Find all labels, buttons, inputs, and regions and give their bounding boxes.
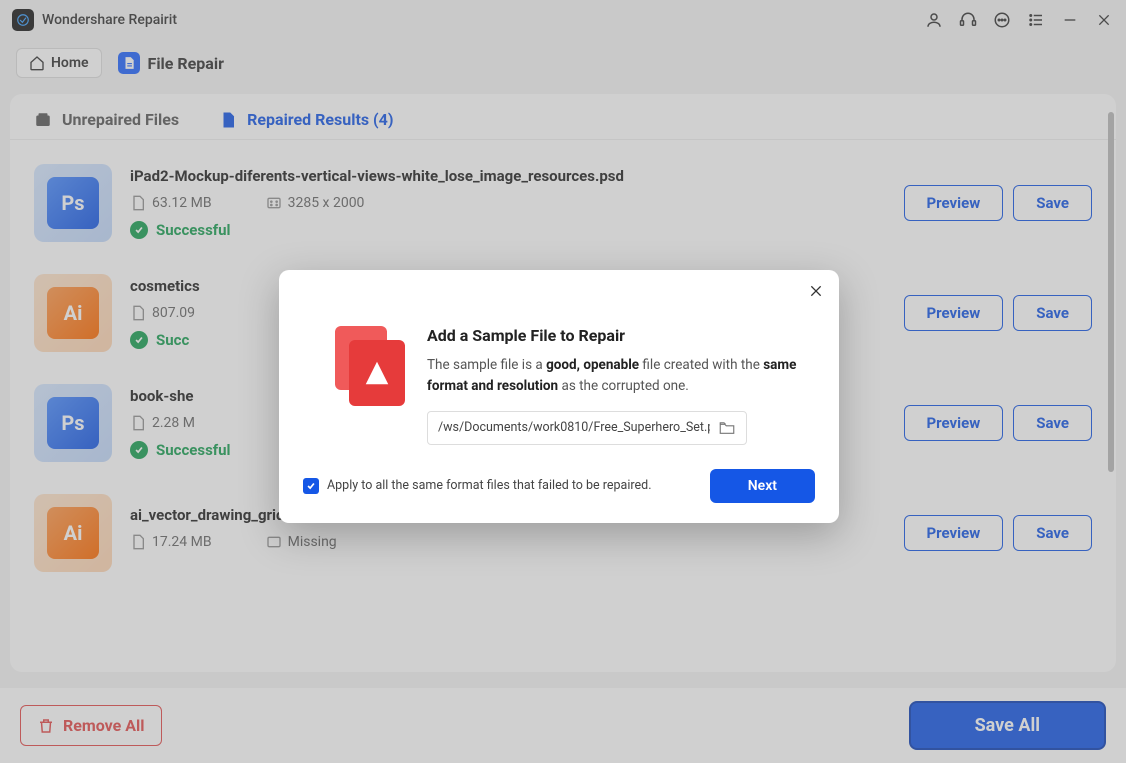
close-icon (808, 283, 824, 299)
modal-title: Add a Sample File to Repair (427, 326, 815, 345)
modal-description: The sample file is a good, openable file… (427, 355, 815, 397)
sample-path-input[interactable]: /ws/Documents/work0810/Free_Superhero_Se… (427, 411, 747, 445)
next-button[interactable]: Next (710, 469, 815, 503)
sample-file-modal: Add a Sample File to Repair The sample f… (279, 270, 839, 523)
modal-graphic (335, 326, 407, 408)
check-icon (306, 481, 316, 491)
apply-all-checkbox[interactable] (303, 478, 319, 494)
checkbox-label: Apply to all the same format files that … (327, 478, 652, 493)
folder-icon (718, 419, 736, 437)
sample-path-text: /ws/Documents/work0810/Free_Superhero_Se… (438, 420, 710, 435)
modal-close-button[interactable] (805, 280, 827, 302)
modal-overlay: Add a Sample File to Repair The sample f… (0, 0, 1126, 763)
